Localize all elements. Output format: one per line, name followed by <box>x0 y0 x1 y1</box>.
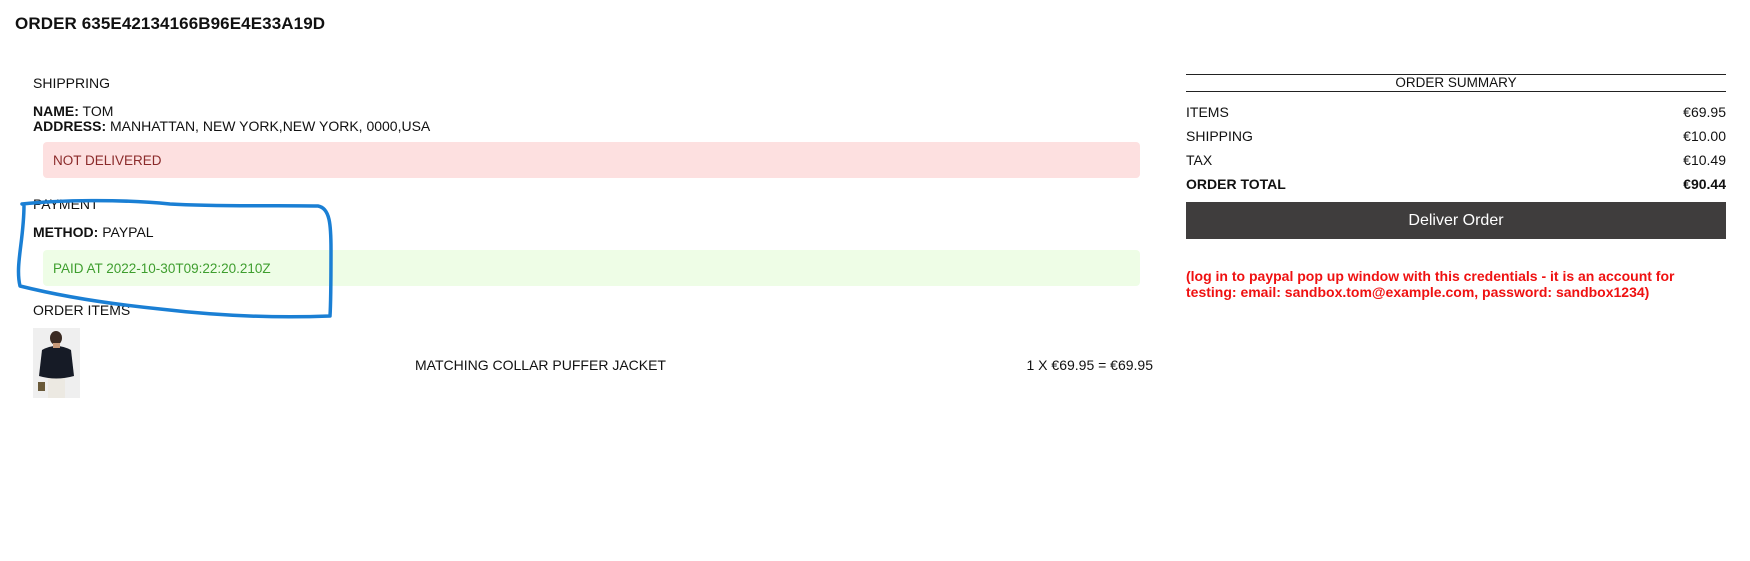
address-value: MANHATTAN, NEW YORK,NEW YORK, 0000,USA <box>110 118 431 134</box>
summary-value: €69.95 <box>1683 104 1726 120</box>
summary-value: €10.49 <box>1683 152 1726 168</box>
payment-heading: PAYMENT <box>33 196 99 212</box>
shipping-address-line: ADDRESS: MANHATTAN, NEW YORK,NEW YORK, 0… <box>33 118 430 134</box>
delivery-status-alert: NOT DELIVERED <box>43 142 1140 178</box>
summary-value: €10.00 <box>1683 128 1726 144</box>
paypal-credentials-note: (log in to paypal pop up window with thi… <box>1186 268 1675 300</box>
summary-row-items: ITEMS €69.95 <box>1186 100 1726 124</box>
order-items-heading: ORDER ITEMS <box>33 302 131 318</box>
product-name-link[interactable]: MATCHING COLLAR PUFFER JACKET <box>415 357 666 373</box>
product-price-line: 1 X €69.95 = €69.95 <box>1026 357 1154 373</box>
payment-status-text: PAID AT 2022-10-30T09:22:20.210Z <box>53 260 271 276</box>
name-label: NAME: <box>33 103 79 119</box>
order-item-row: MATCHING COLLAR PUFFER JACKET 1 X €69.95… <box>33 328 1153 400</box>
address-label: ADDRESS: <box>33 118 107 134</box>
summary-label: ORDER TOTAL <box>1186 176 1286 192</box>
summary-value: €90.44 <box>1683 176 1726 192</box>
summary-label: TAX <box>1186 152 1213 168</box>
payment-status-alert: PAID AT 2022-10-30T09:22:20.210Z <box>43 250 1140 286</box>
summary-label: ITEMS <box>1186 104 1229 120</box>
shipping-name-line: NAME: TOM <box>33 103 113 119</box>
name-value: TOM <box>82 103 114 119</box>
product-image[interactable] <box>33 328 80 398</box>
order-summary-heading: ORDER SUMMARY <box>1186 74 1726 92</box>
order-summary-panel: ORDER SUMMARY ITEMS €69.95 SHIPPING €10.… <box>1186 74 1726 300</box>
summary-row-tax: TAX €10.49 <box>1186 148 1726 172</box>
summary-row-shipping: SHIPPING €10.00 <box>1186 124 1726 148</box>
method-label: METHOD: <box>33 224 99 240</box>
delivery-status-text: NOT DELIVERED <box>53 152 162 168</box>
payment-method-line: METHOD: PAYPAL <box>33 224 154 240</box>
summary-rows: ITEMS €69.95 SHIPPING €10.00 TAX €10.49 … <box>1186 100 1726 196</box>
page-title: ORDER 635E42134166B96E4E33A19D <box>15 14 326 33</box>
method-value: PAYPAL <box>102 224 154 240</box>
deliver-order-button[interactable]: Deliver Order <box>1186 202 1726 239</box>
summary-row-total: ORDER TOTAL €90.44 <box>1186 172 1726 196</box>
shipping-heading: SHIPPRING <box>33 75 111 91</box>
summary-label: SHIPPING <box>1186 128 1253 144</box>
